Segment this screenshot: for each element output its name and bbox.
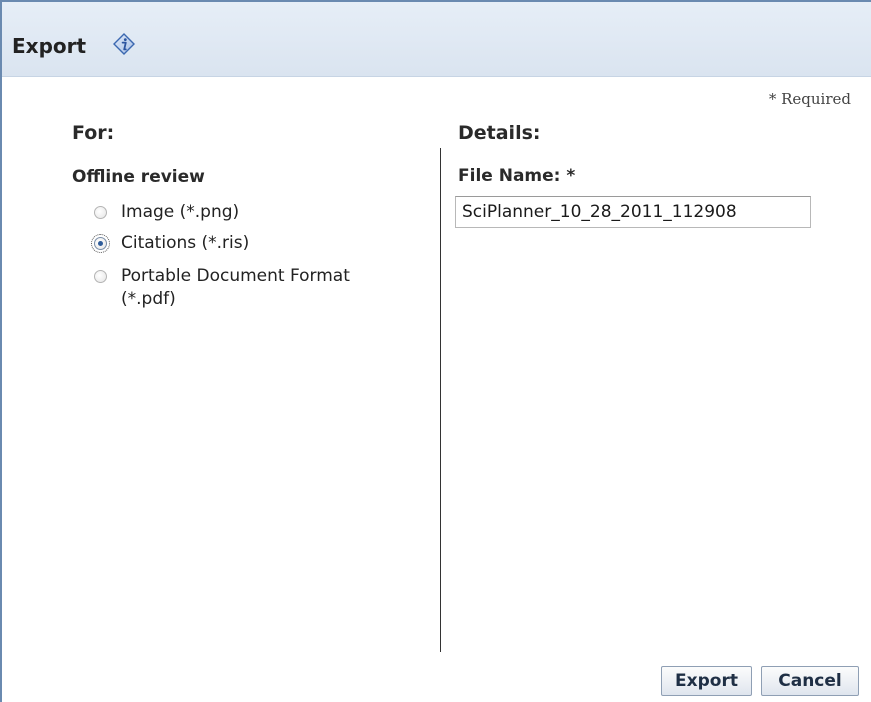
- option-label: Citations (*.ris): [121, 233, 250, 253]
- export-dialog: Export * Required For: Offline review Im…: [0, 0, 871, 702]
- info-icon[interactable]: [113, 33, 135, 55]
- option-label: Portable Document Format (*.pdf): [121, 266, 350, 309]
- option-image-png[interactable]: Image (*.png): [94, 201, 391, 224]
- export-button[interactable]: Export: [661, 666, 752, 696]
- option-label: Image (*.png): [121, 202, 240, 222]
- offline-review-label: Offline review: [72, 167, 205, 187]
- details-heading: Details:: [458, 122, 541, 144]
- radio-portable-document-pdf[interactable]: [94, 270, 107, 283]
- dialog-title: Export: [12, 34, 87, 58]
- file-name-label: File Name: *: [458, 166, 576, 186]
- section-divider: [440, 148, 441, 652]
- option-portable-document-pdf[interactable]: Portable Document Format (*.pdf): [94, 265, 391, 311]
- file-name-input[interactable]: [455, 196, 811, 228]
- for-heading: For:: [72, 122, 115, 144]
- radio-citations-ris[interactable]: [91, 234, 110, 253]
- dialog-titlebar: Export: [2, 2, 871, 77]
- option-citations-ris[interactable]: Citations (*.ris): [91, 232, 391, 255]
- cancel-button[interactable]: Cancel: [761, 666, 859, 696]
- radio-image-png[interactable]: [94, 206, 107, 219]
- required-note: * Required: [768, 90, 851, 108]
